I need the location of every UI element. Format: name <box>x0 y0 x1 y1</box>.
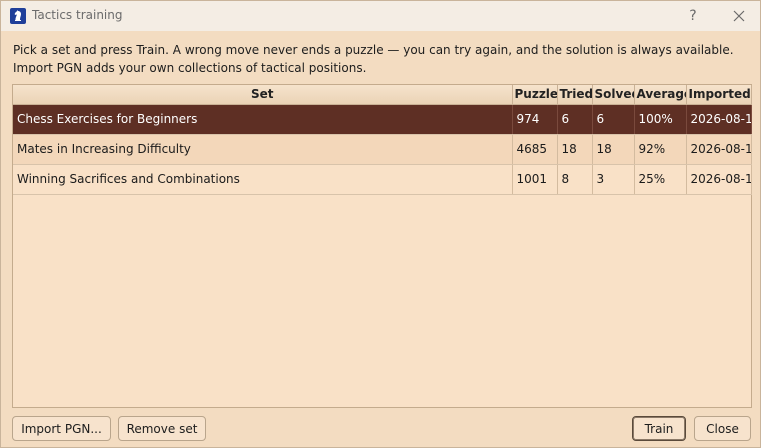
tactics-training-dialog: Tactics training ? Pick a set and press … <box>0 0 761 448</box>
table-row[interactable]: Chess Exercises for Beginners 974 6 6 10… <box>13 104 752 135</box>
cell-solved: 18 <box>592 134 635 165</box>
cell-set: Chess Exercises for Beginners <box>13 104 513 135</box>
chess-knight-icon <box>10 8 26 24</box>
title-bar: Tactics training ? <box>1 1 760 31</box>
cell-imported: 2026-08-16 <box>686 104 752 135</box>
sets-table: Set Puzzles Tried Solved Average Importe… <box>13 85 752 195</box>
column-header-puzzles[interactable]: Puzzles <box>512 85 558 105</box>
table-row[interactable]: Mates in Increasing Difficulty 4685 18 1… <box>13 134 752 165</box>
window-title: Tactics training <box>32 8 123 22</box>
help-icon: ? <box>689 8 697 24</box>
cell-imported: 2026-08-16 <box>686 164 752 195</box>
cell-puzzles: 974 <box>512 104 558 135</box>
table-header-row: Set Puzzles Tried Solved Average Importe… <box>13 85 752 105</box>
train-button[interactable]: Train <box>632 416 686 441</box>
cell-imported: 2026-08-16 <box>686 134 752 165</box>
sets-table-frame: Set Puzzles Tried Solved Average Importe… <box>12 84 752 408</box>
help-button[interactable]: ? <box>673 1 713 31</box>
cell-puzzles: 4685 <box>512 134 558 165</box>
cell-solved: 6 <box>592 104 635 135</box>
cell-set: Mates in Increasing Difficulty <box>13 134 513 165</box>
cell-tried: 6 <box>557 104 593 135</box>
cell-average: 92% <box>634 134 687 165</box>
column-header-average[interactable]: Average <box>634 85 687 105</box>
cell-average: 25% <box>634 164 687 195</box>
remove-set-button[interactable]: Remove set <box>118 416 206 441</box>
close-button[interactable]: Close <box>694 416 751 441</box>
close-icon <box>733 10 745 22</box>
column-header-imported[interactable]: Imported <box>686 85 752 105</box>
window-close-button[interactable] <box>719 1 759 31</box>
table-row[interactable]: Winning Sacrifices and Combinations 1001… <box>13 164 752 195</box>
cell-puzzles: 1001 <box>512 164 558 195</box>
import-pgn-button[interactable]: Import PGN... <box>12 416 111 441</box>
column-header-set[interactable]: Set <box>13 85 513 105</box>
column-header-tried[interactable]: Tried <box>557 85 593 105</box>
column-header-solved[interactable]: Solved <box>592 85 635 105</box>
cell-average: 100% <box>634 104 687 135</box>
cell-tried: 8 <box>557 164 593 195</box>
cell-tried: 18 <box>557 134 593 165</box>
cell-solved: 3 <box>592 164 635 195</box>
instructions-text: Pick a set and press Train. A wrong move… <box>13 43 734 75</box>
cell-set: Winning Sacrifices and Combinations <box>13 164 513 195</box>
